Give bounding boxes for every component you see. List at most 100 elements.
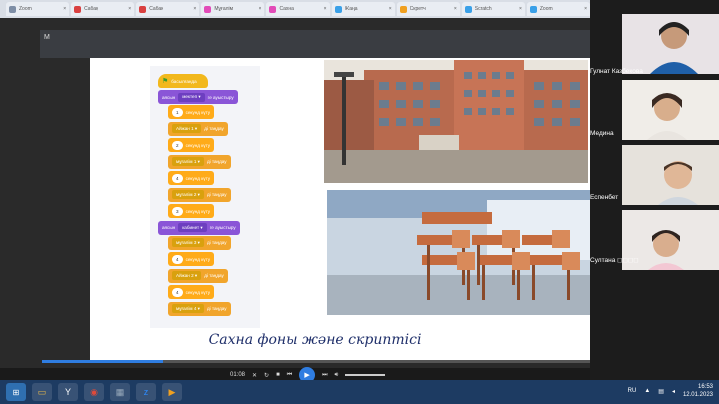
- wait-seconds-input[interactable]: 4: [172, 287, 183, 297]
- previous-icon[interactable]: ⏮: [287, 372, 292, 379]
- media-player-icon[interactable]: ▶: [162, 383, 182, 401]
- chrome-icon[interactable]: ◉: [84, 383, 104, 401]
- when-flag-clicked-block[interactable]: ⚑ басылғанда: [158, 74, 208, 88]
- windows-logo-icon: ⊞: [12, 387, 20, 397]
- tab-close-icon[interactable]: ×: [519, 6, 522, 12]
- volume-icon[interactable]: 🔊︎: [335, 372, 339, 379]
- scratch-block[interactable]: 4 секунд күту: [168, 285, 215, 299]
- block-suffix: ді таңдау: [204, 273, 224, 278]
- clock-time: 16:53: [697, 384, 713, 390]
- tab-favicon-icon: [9, 5, 16, 13]
- green-flag-icon: ⚑: [162, 78, 169, 85]
- tab-label: Сабақ: [149, 6, 164, 12]
- tab-favicon-icon: [399, 5, 407, 13]
- wait-seconds-input[interactable]: 4: [172, 173, 183, 183]
- school-building-photo: [324, 60, 588, 183]
- start-button[interactable]: ⊞: [6, 383, 26, 401]
- calculator-icon[interactable]: ▦: [110, 383, 130, 401]
- zoom-icon[interactable]: z: [136, 383, 156, 401]
- yandex-icon[interactable]: Y: [58, 383, 78, 401]
- tab-label: Сахна: [279, 6, 294, 12]
- block-suffix: ді таңдау: [206, 192, 227, 197]
- slide-caption: Сахна фоны және скриптісі: [208, 332, 422, 348]
- browser-tab[interactable]: Сабақ ×: [136, 2, 200, 16]
- browser-tab[interactable]: Сабақ ×: [71, 2, 135, 16]
- backdrop-dropdown[interactable]: кабинет ▾: [178, 223, 207, 232]
- scratch-block[interactable]: Айжан 2 ▾ ді таңдау: [168, 268, 228, 283]
- next-icon[interactable]: ⏭: [322, 372, 327, 379]
- wait-seconds-input[interactable]: 3: [172, 206, 183, 216]
- tab-close-icon[interactable]: ×: [389, 6, 392, 12]
- tab-close-icon[interactable]: ×: [454, 6, 457, 12]
- scratch-block[interactable]: мұғалім 2 ▾ ді таңдау: [168, 187, 231, 202]
- tab-close-icon[interactable]: ×: [324, 6, 327, 12]
- sprite-dropdown[interactable]: Айжан 2 ▾: [172, 271, 202, 280]
- system-tray: RU ▲ ▤ ◂ 16:53 12.01.2023: [628, 383, 713, 399]
- presentation-toolbar: [40, 30, 590, 58]
- browser-tab[interactable]: Scratch ×: [461, 2, 525, 16]
- video-progress-fill: [42, 360, 163, 363]
- scratch-block[interactable]: мұғалім 4 ▾ ді таңдау: [168, 301, 231, 316]
- time-label: 01:08: [230, 372, 246, 378]
- scratch-block[interactable]: аясын мектеп ▾ ге ауыстыру: [158, 90, 238, 104]
- participants-panel: Гулнат Казбекова Медина Еспенбет Султана…: [590, 0, 719, 380]
- scratch-block[interactable]: 4 секунд күту: [168, 252, 215, 266]
- tab-close-icon[interactable]: ×: [584, 6, 587, 12]
- volume-slider[interactable]: [345, 374, 386, 376]
- wait-seconds-input[interactable]: 4: [172, 254, 183, 264]
- tab-close-icon[interactable]: ×: [193, 6, 196, 12]
- sprite-dropdown[interactable]: Айжан 1 ▾: [172, 124, 202, 133]
- scratch-block[interactable]: 2 секунд күту: [168, 138, 215, 152]
- screen: Zoom × Сабақ × Сабақ × Мұғалім × Сахна × Жаңа × Скре…: [0, 0, 719, 404]
- language-indicator[interactable]: RU: [628, 388, 637, 394]
- tab-close-icon[interactable]: ×: [259, 6, 262, 12]
- repeat-icon[interactable]: ↻: [264, 372, 269, 379]
- browser-tab[interactable]: Zoom ×: [526, 2, 590, 16]
- sprite-dropdown[interactable]: мұғалім 4 ▾: [172, 304, 204, 313]
- scratch-block[interactable]: аясын кабинет ▾ ге ауыстыру: [158, 220, 240, 235]
- clock-date: 12.01.2023: [682, 392, 713, 398]
- tab-close-icon[interactable]: ×: [63, 6, 66, 12]
- browser-tab[interactable]: Сахна ×: [266, 2, 330, 16]
- participant-video[interactable]: [622, 14, 719, 74]
- event-label: басылғанда: [171, 78, 197, 84]
- backdrop-dropdown[interactable]: мектеп ▾: [178, 92, 205, 102]
- system-clock[interactable]: 16:53 12.01.2023: [683, 383, 713, 399]
- sprite-dropdown[interactable]: мұғалім 2 ▾: [172, 190, 204, 199]
- shuffle-icon[interactable]: ✕: [252, 372, 257, 379]
- browser-tab[interactable]: Скретч ×: [396, 2, 460, 16]
- toolbar-letter: M: [44, 34, 50, 41]
- volume-tray-icon[interactable]: ◂: [672, 388, 675, 395]
- scratch-block[interactable]: мұғалім 1 ▾ ді таңдау: [168, 154, 231, 169]
- scratch-block[interactable]: 4 секунд күту: [168, 171, 215, 185]
- tab-label: Scratch: [474, 6, 492, 12]
- scratch-block[interactable]: мұғалім 3 ▾ ді таңдау: [168, 235, 231, 250]
- tab-favicon-icon: [464, 5, 472, 13]
- scratch-block[interactable]: 1 секунд күту: [168, 105, 215, 119]
- file-explorer-icon[interactable]: ▭: [32, 383, 52, 401]
- show-hidden-icons-icon[interactable]: ▲: [644, 388, 650, 394]
- block-prefix: аясын: [162, 225, 176, 230]
- tab-label: Мұғалім: [214, 6, 234, 12]
- participant-video[interactable]: [622, 80, 719, 140]
- block-suffix: секунд күту: [185, 208, 211, 214]
- sprite-dropdown[interactable]: мұғалім 3 ▾: [172, 238, 204, 247]
- scratch-block[interactable]: Айжан 1 ▾ ді таңдау: [168, 121, 228, 136]
- participant-name: Гулнат Казбекова: [590, 68, 643, 75]
- sprite-dropdown[interactable]: мұғалім 1 ▾: [172, 157, 204, 166]
- browser-tab[interactable]: Жаңа ×: [331, 2, 395, 16]
- tab-close-icon[interactable]: ×: [128, 6, 131, 12]
- stop-icon[interactable]: ■: [276, 372, 280, 378]
- play-icon: ▶: [304, 372, 310, 379]
- wait-seconds-input[interactable]: 1: [172, 107, 183, 117]
- block-suffix: ге ауыстыру: [207, 94, 234, 100]
- windows-taskbar: ⊞ ▭ Y ◉ ▦ z ▶: [0, 380, 719, 404]
- wait-seconds-input[interactable]: 2: [172, 140, 183, 150]
- browser-tab[interactable]: Zoom ×: [6, 2, 70, 16]
- tab-favicon-icon: [139, 5, 147, 13]
- network-icon[interactable]: ▤: [658, 388, 664, 395]
- browser-tab[interactable]: Мұғалім ×: [201, 2, 265, 16]
- participant-video[interactable]: [622, 145, 719, 205]
- scratch-block[interactable]: 3 секунд күту: [168, 204, 215, 218]
- video-progress-bar[interactable]: [42, 360, 590, 363]
